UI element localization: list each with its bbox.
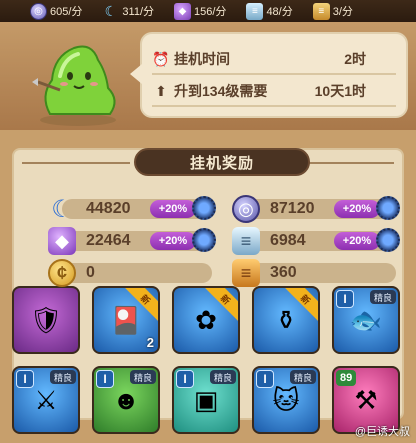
quality-badge: 精良 [129,370,156,384]
resource-moon: ☾ 311/分 [102,3,154,20]
hero-card[interactable]: 🐱 I 精良 [252,366,320,434]
item-card[interactable]: 🛡 [12,286,80,354]
resource-scroll-rate: 48/分 [266,6,293,18]
rank-badge: I [256,370,274,388]
scroll-gold-icon: ≡ [312,2,330,20]
reward-scroll: ≡ 6984 +20% [232,226,404,256]
potion-icon: ◆ [174,2,192,20]
reward-moon: ☾ 44820 +20% [48,194,220,224]
hero-card[interactable]: ▣ I 精良 [172,366,240,434]
reward-scroll-gold: ≡ 360 [232,258,404,288]
rank-badge: I [16,370,34,388]
idle-time-row: ⏰ 挂机时间 2时 [152,46,396,75]
level-badge: 89 [336,370,357,386]
reward-silver: ◎ 87120 +20% [232,194,404,224]
idle-time-value: 2时 [344,51,366,67]
resource-moon-rate: 311/分 [122,6,155,18]
title-divider-left [22,162,130,164]
quality-badge: 精良 [49,370,76,384]
reward-gold-value: 0 [86,264,95,281]
moon-icon: ☾ [104,2,118,19]
item-quantity: 2 [146,335,154,350]
silver-coin-icon: ◎ [232,195,260,223]
levelup-label: 升到134级需要 [174,83,268,99]
bonus-gear-icon[interactable] [192,196,216,220]
resource-silver-rate: 605/分 [50,6,83,18]
alarm-clock-icon: ⏰ [152,50,170,67]
resource-scroll-gold-rate: 3/分 [332,6,353,18]
idle-rewards-frame: 挂机奖励 ☾ 44820 +20% ◎ 87120 +20% ◆ 22464 +… [0,130,416,443]
reward-scroll-gold-value: 360 [270,264,297,281]
resource-potion: ◆ 156/分 [174,2,227,20]
potion-icon: ◆ [48,227,76,255]
reward-potion: ◆ 22464 +20% [48,226,220,256]
quality-badge: 精良 [209,370,236,384]
resource-bar: ◎ 605/分 ☾ 311/分 ◆ 156/分 ≡ 48/分 ≡ 3/分 [0,0,416,22]
bonus-gear-icon[interactable] [376,228,400,252]
hero-card[interactable]: ⚔ I 精良 [12,366,80,434]
reward-silver-bonus: +20% [334,200,380,218]
item-card[interactable]: ✿ 新 [172,286,240,354]
reward-scroll-value: 6984 [270,232,306,249]
reward-moon-bonus: +20% [150,200,196,218]
scroll-icon: ≡ [232,227,260,255]
row-divider [152,105,396,107]
moon-icon: ☾ [51,195,73,223]
resource-potion-rate: 156/分 [194,6,227,18]
hero-card[interactable]: ☻ I 精良 [92,366,160,434]
quality-badge: 精良 [289,370,316,384]
levelup-arrow-icon: ⬆ [155,82,167,99]
bonus-gear-icon[interactable] [376,196,400,220]
reward-bar [246,263,396,283]
idle-time-label: 挂机时间 [174,51,230,67]
silver-coin-icon: ◎ [30,2,47,20]
reward-bar [62,263,212,283]
reward-silver-value: 87120 [270,200,315,217]
bonus-gear-icon[interactable] [192,228,216,252]
scroll-gold-icon: ≡ [232,259,260,287]
item-card[interactable]: 🎴 新 2 [92,286,160,354]
rank-badge: I [96,370,114,388]
slime-hero-image[interactable] [30,36,126,128]
levelup-row: ⬆ 升到134级需要 10天1时 [152,78,396,107]
quality-badge: 精良 [369,290,396,304]
reward-potion-value: 22464 [86,232,131,249]
resource-scroll-gold: ≡ 3/分 [312,2,353,20]
hero-area: ⏰ 挂机时间 2时 ⬆ 升到134级需要 10天1时 [0,22,416,130]
scroll-icon: ≡ [246,2,264,20]
rank-badge: I [336,290,354,308]
rewards-title: 挂机奖励 [134,148,310,176]
hero-card[interactable]: 🐟 I 精良 [332,286,400,354]
reward-scroll-bonus: +20% [334,232,380,250]
reward-moon-value: 44820 [86,200,131,217]
watermark: @巨诱大叔 [354,426,410,438]
resource-silver: ◎ 605/分 [30,2,83,20]
row-divider [152,73,396,75]
dark-armor-icon: 🛡 [29,304,63,335]
rank-badge: I [176,370,194,388]
idle-info-panel: ⏰ 挂机时间 2时 ⬆ 升到134级需要 10天1时 [130,32,408,118]
reward-gold: ¢ 0 [48,258,220,288]
levelup-value: 10天1时 [314,83,366,99]
gold-coin-icon: ¢ [48,259,76,287]
resource-scroll: ≡ 48/分 [246,2,293,20]
reward-potion-bonus: +20% [150,232,196,250]
item-card[interactable]: ⚱ 新 [252,286,320,354]
